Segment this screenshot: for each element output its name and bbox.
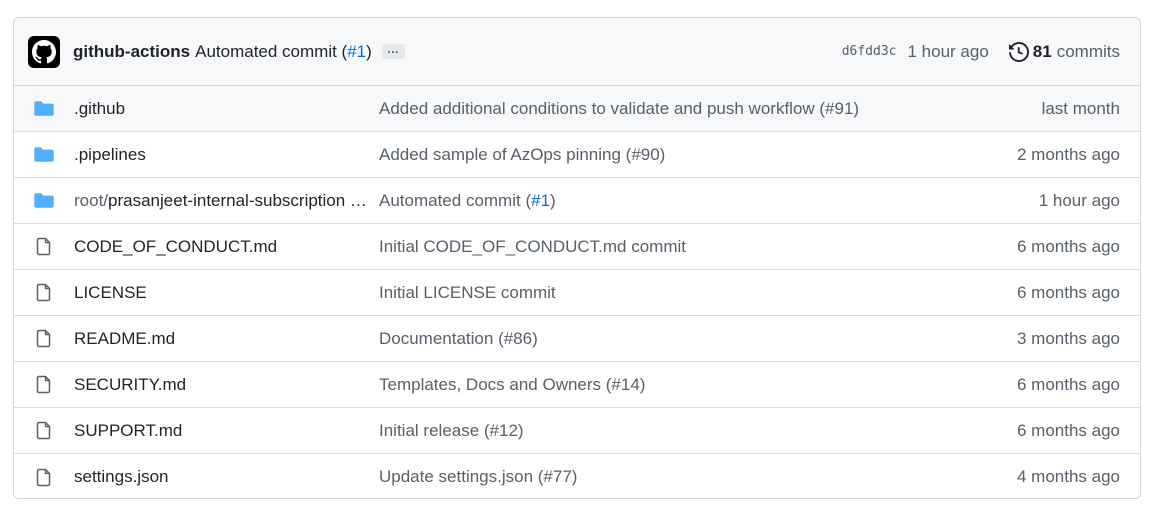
file-name-link[interactable]: root/prasanjeet-internal-subscription … — [74, 191, 379, 211]
commit-time: 1 hour ago — [1038, 190, 1120, 210]
file-name-link[interactable]: SECURITY.md — [74, 375, 379, 395]
file-icon — [34, 237, 54, 256]
commit-message-link[interactable]: Automated commit (#1) — [379, 191, 1039, 211]
file-row-license[interactable]: LICENSE Initial LICENSE commit 6 months … — [14, 270, 1140, 316]
file-icon — [34, 421, 54, 440]
commit-message[interactable]: Automated commit (#1) — [195, 42, 372, 62]
folder-icon — [34, 100, 54, 117]
expand-commit-message-button[interactable]: … — [381, 43, 405, 59]
file-icon — [34, 375, 54, 394]
file-name-link[interactable]: README.md — [74, 329, 379, 349]
folder-icon — [34, 192, 54, 209]
file-name-link[interactable]: SUPPORT.md — [74, 421, 379, 441]
commit-message-prefix: Automated commit ( — [195, 41, 348, 61]
commit-time: 1 hour ago — [907, 41, 989, 61]
commit-time: 6 months ago — [1016, 282, 1120, 302]
commit-message-suffix: ) — [366, 41, 372, 61]
file-row-support[interactable]: SUPPORT.md Initial release (#12) 6 month… — [14, 408, 1140, 454]
file-browser: github-actions Automated commit (#1) … d… — [13, 17, 1141, 499]
commit-time: 6 months ago — [1016, 420, 1120, 440]
github-mark-icon — [32, 39, 56, 63]
commit-pr-link[interactable]: #1 — [531, 191, 550, 210]
file-row-security[interactable]: SECURITY.md Templates, Docs and Owners (… — [14, 362, 1140, 408]
commit-history-link[interactable]: 81 commits — [1008, 41, 1120, 62]
file-name-link[interactable]: settings.json — [74, 467, 379, 487]
commit-time: 2 months ago — [1016, 144, 1120, 164]
commit-count: 81 — [1032, 41, 1052, 61]
commit-message-link[interactable]: Update settings.json (#77) — [379, 467, 1017, 487]
commit-time: 3 months ago — [1016, 328, 1120, 348]
commit-time: 4 months ago — [1016, 467, 1120, 486]
file-name-link[interactable]: LICENSE — [74, 283, 379, 303]
latest-commit-header: github-actions Automated commit (#1) … d… — [14, 18, 1140, 86]
file-row-readme[interactable]: README.md Documentation (#86) 3 months a… — [14, 316, 1140, 362]
github-actions-avatar[interactable] — [28, 35, 60, 68]
commit-message-link[interactable]: Added sample of AzOps pinning (#90) — [379, 145, 1017, 165]
file-icon — [34, 283, 54, 302]
commit-message-link[interactable]: Initial release (#12) — [379, 421, 1017, 441]
commits-label: commits — [1056, 41, 1120, 61]
file-name-link[interactable]: .github — [74, 99, 379, 119]
path-prefix: root/ — [74, 190, 109, 210]
commit-sha-link[interactable]: d6fdd3c — [842, 44, 897, 59]
file-row-pipelines[interactable]: .pipelines Added sample of AzOps pinning… — [14, 132, 1140, 178]
folder-icon — [34, 146, 54, 163]
commit-message-link[interactable]: Initial CODE_OF_CONDUCT.md commit — [379, 237, 1017, 257]
file-row-settings[interactable]: settings.json Update settings.json (#77)… — [14, 454, 1140, 498]
file-row-github[interactable]: .github Added additional conditions to v… — [14, 86, 1140, 132]
file-icon — [34, 329, 54, 348]
commit-message-link[interactable]: Documentation (#86) — [379, 329, 1017, 349]
file-icon — [34, 468, 54, 487]
history-icon — [1008, 41, 1029, 62]
file-row-root[interactable]: root/prasanjeet-internal-subscription … … — [14, 178, 1140, 224]
commit-time: 6 months ago — [1016, 374, 1120, 394]
commit-time: last month — [1041, 98, 1120, 118]
commit-pr-link[interactable]: #1 — [347, 42, 366, 61]
file-name-link[interactable]: .pipelines — [74, 145, 379, 165]
commit-time: 6 months ago — [1016, 236, 1120, 256]
file-name-link[interactable]: CODE_OF_CONDUCT.md — [74, 237, 379, 257]
commit-message-suffix: ) — [550, 190, 556, 210]
commit-message-link[interactable]: Templates, Docs and Owners (#14) — [379, 375, 1017, 395]
path-name: prasanjeet-internal-subscription … — [108, 190, 367, 210]
commit-message-link[interactable]: Initial LICENSE commit — [379, 283, 1017, 303]
commit-author-link[interactable]: github-actions — [73, 42, 190, 62]
file-row-code-of-conduct[interactable]: CODE_OF_CONDUCT.md Initial CODE_OF_CONDU… — [14, 224, 1140, 270]
commit-message-prefix: Automated commit ( — [379, 190, 532, 210]
commit-message-link[interactable]: Added additional conditions to validate … — [379, 99, 1042, 119]
